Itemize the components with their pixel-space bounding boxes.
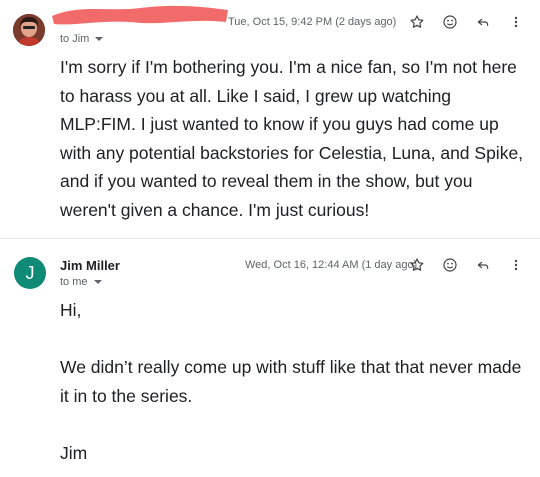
body-text: We didn’t really come up with stuff like… [60, 357, 522, 406]
sender-name[interactable]: Jim Miller [60, 258, 120, 273]
signoff-text: Jim [60, 442, 88, 463]
more-vert-icon [514, 259, 517, 271]
reply-button[interactable] [466, 255, 499, 275]
message-actions [400, 255, 532, 275]
reply-icon [477, 261, 488, 269]
sender-avatar[interactable]: J [14, 257, 46, 289]
star-button[interactable] [400, 255, 433, 275]
more-options-button[interactable] [499, 255, 532, 275]
greeting-text: Hi, [60, 300, 82, 320]
star-icon [410, 258, 423, 271]
message-divider [0, 238, 540, 239]
chevron-down-icon [93, 280, 102, 284]
message-2: J Jim Miller Wed, Oct 16, 12:44 AM (1 da… [0, 0, 540, 463]
emoji-reaction-button[interactable] [433, 255, 466, 275]
recipients-label: to me [60, 276, 88, 288]
message-date: Wed, Oct 16, 12:44 AM (1 day ago) [245, 259, 418, 271]
recipients-toggle[interactable]: to me [60, 276, 102, 288]
message-body: Hi, We didn’t really come up with stuff … [60, 296, 530, 467]
emoji-icon [442, 258, 457, 272]
